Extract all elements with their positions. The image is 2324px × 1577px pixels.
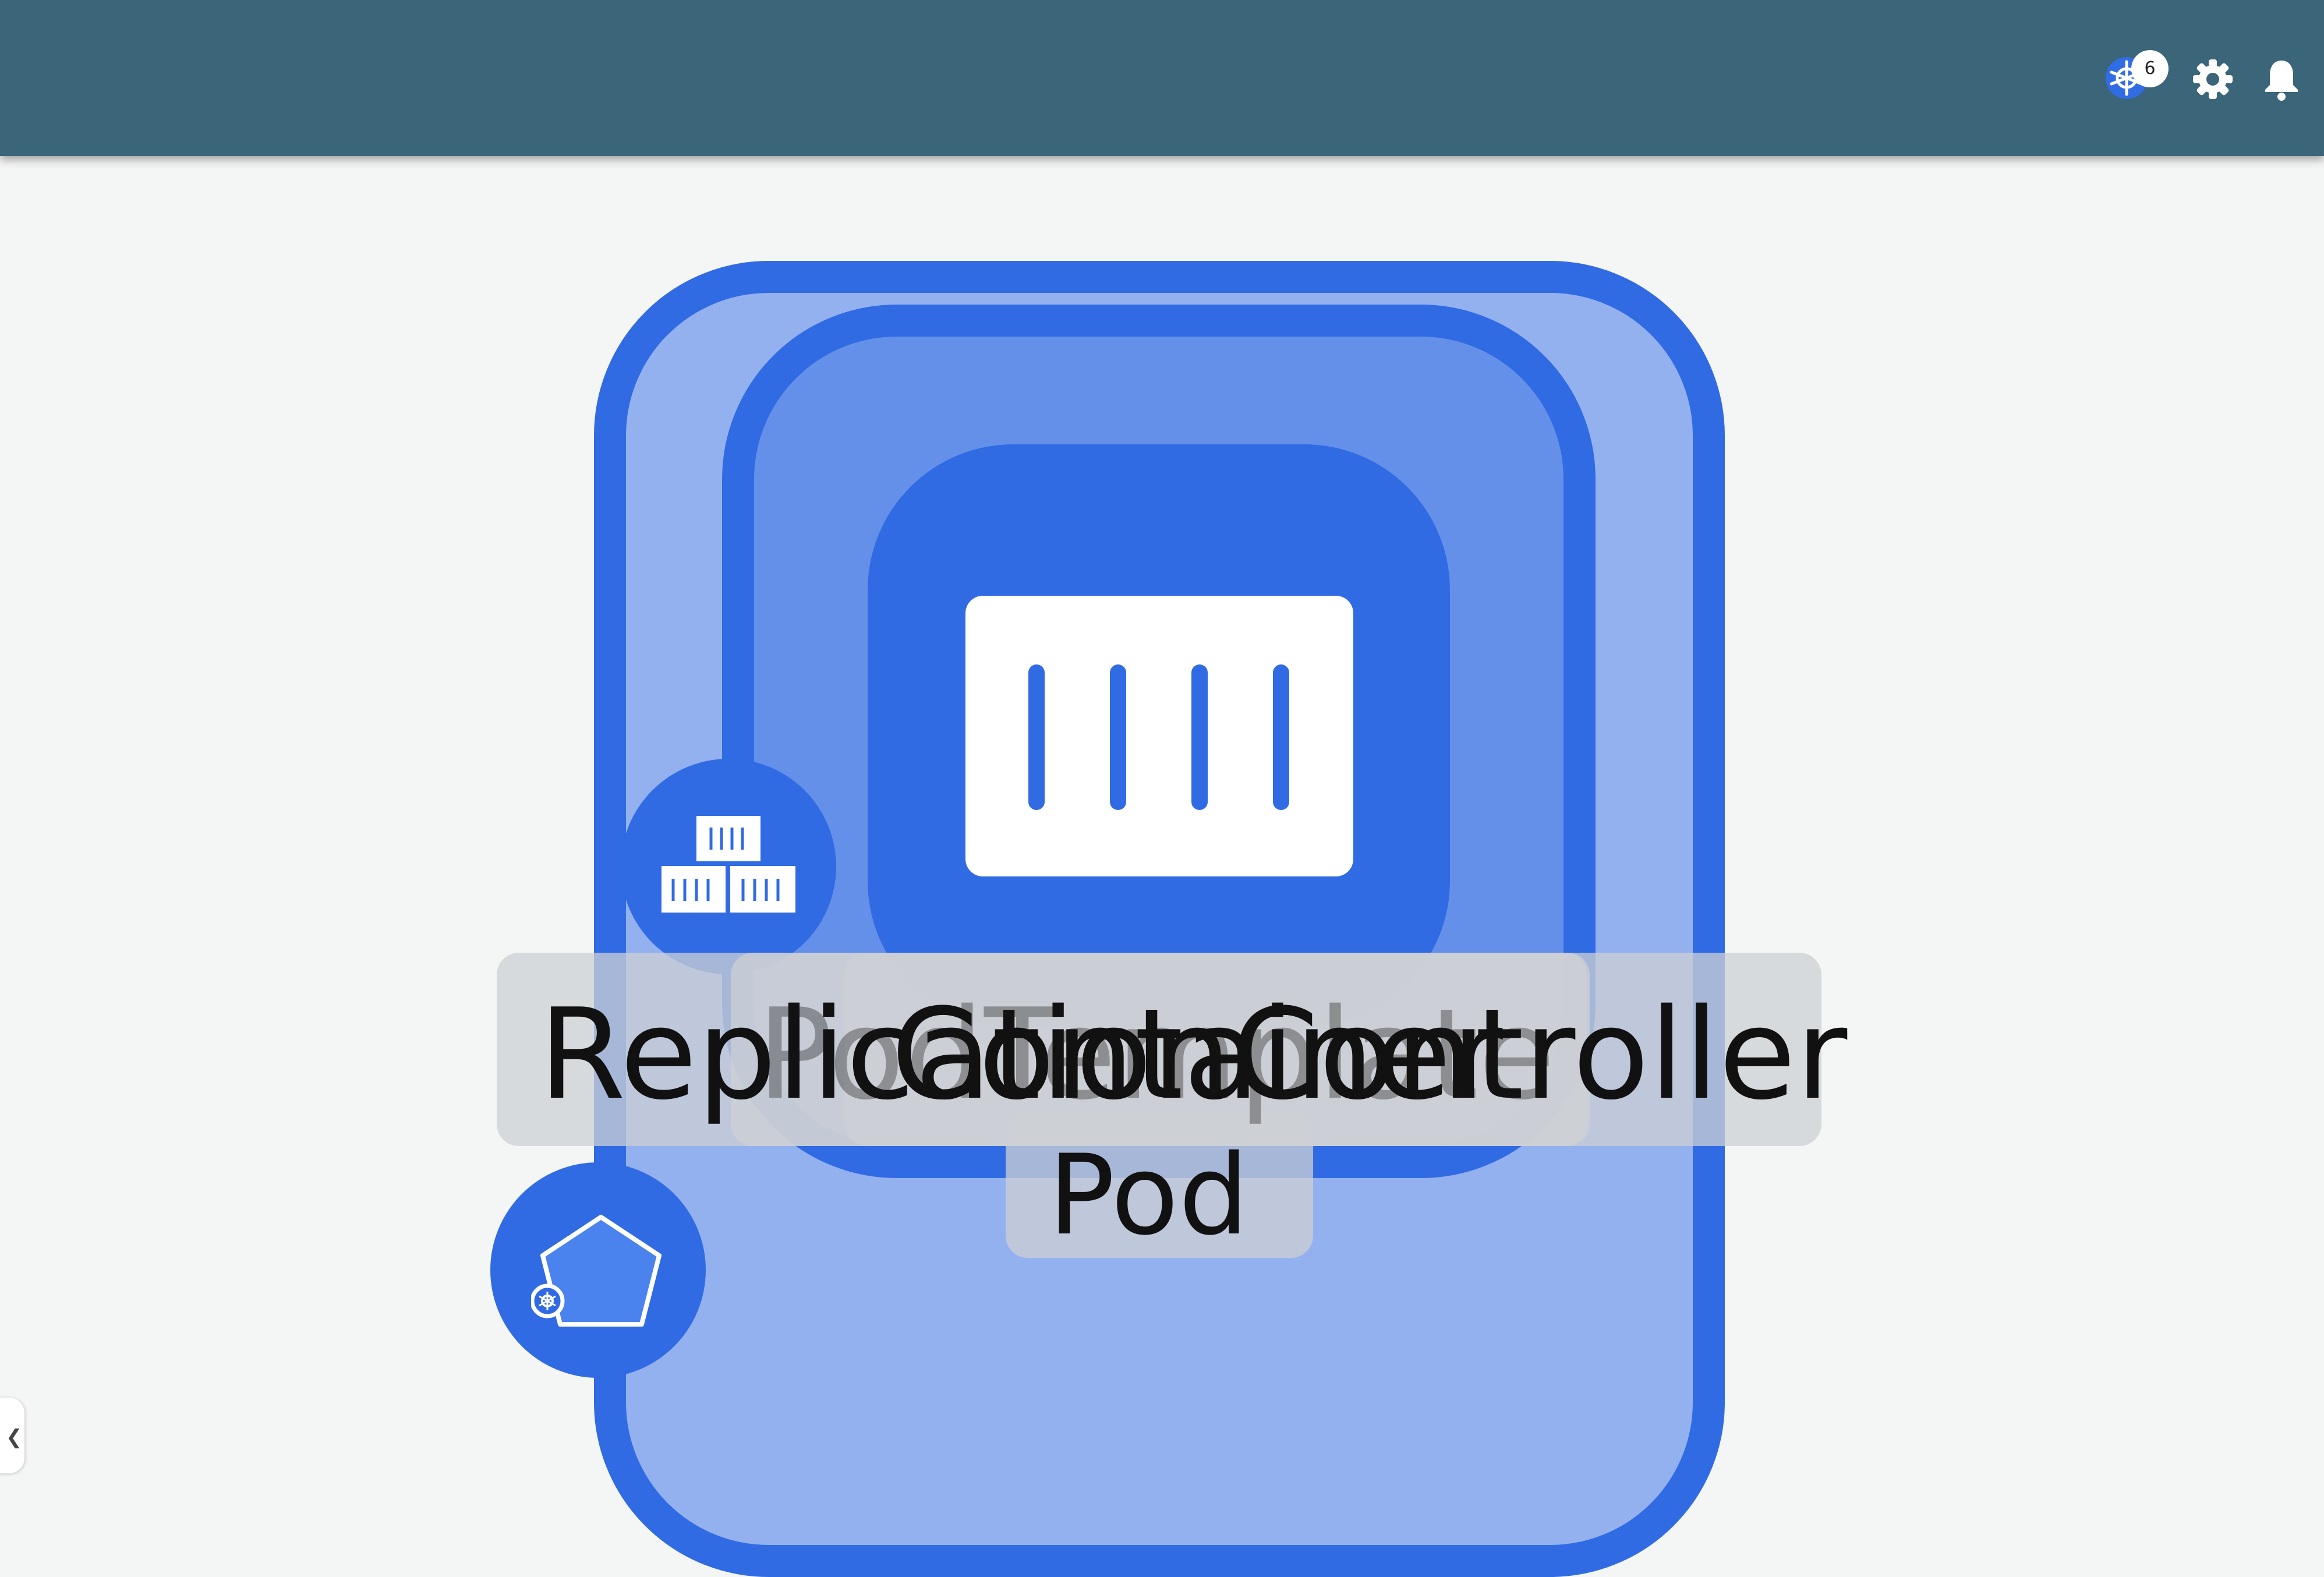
sidebar-toggle[interactable]: ❮: [0, 1398, 24, 1473]
container-icon: [965, 596, 1353, 876]
replication-controller-icon: [531, 1215, 662, 1327]
topology-canvas[interactable]: ReplicationController PodTemplate Contai…: [0, 156, 2324, 1577]
chevron-left-icon: ❮: [6, 1426, 23, 1449]
bell-icon[interactable]: [2258, 56, 2305, 102]
replicaset-node[interactable]: [621, 759, 836, 974]
notification-count-badge: 6: [2131, 50, 2169, 87]
replication-controller-node[interactable]: [490, 1162, 706, 1378]
top-toolbar: 6: [0, 0, 2324, 156]
container-label: Container: [891, 981, 1503, 1127]
gear-icon[interactable]: [2189, 56, 2236, 102]
pod-label: Pod: [1048, 1131, 1249, 1260]
stacked-containers-icon: [662, 816, 795, 913]
